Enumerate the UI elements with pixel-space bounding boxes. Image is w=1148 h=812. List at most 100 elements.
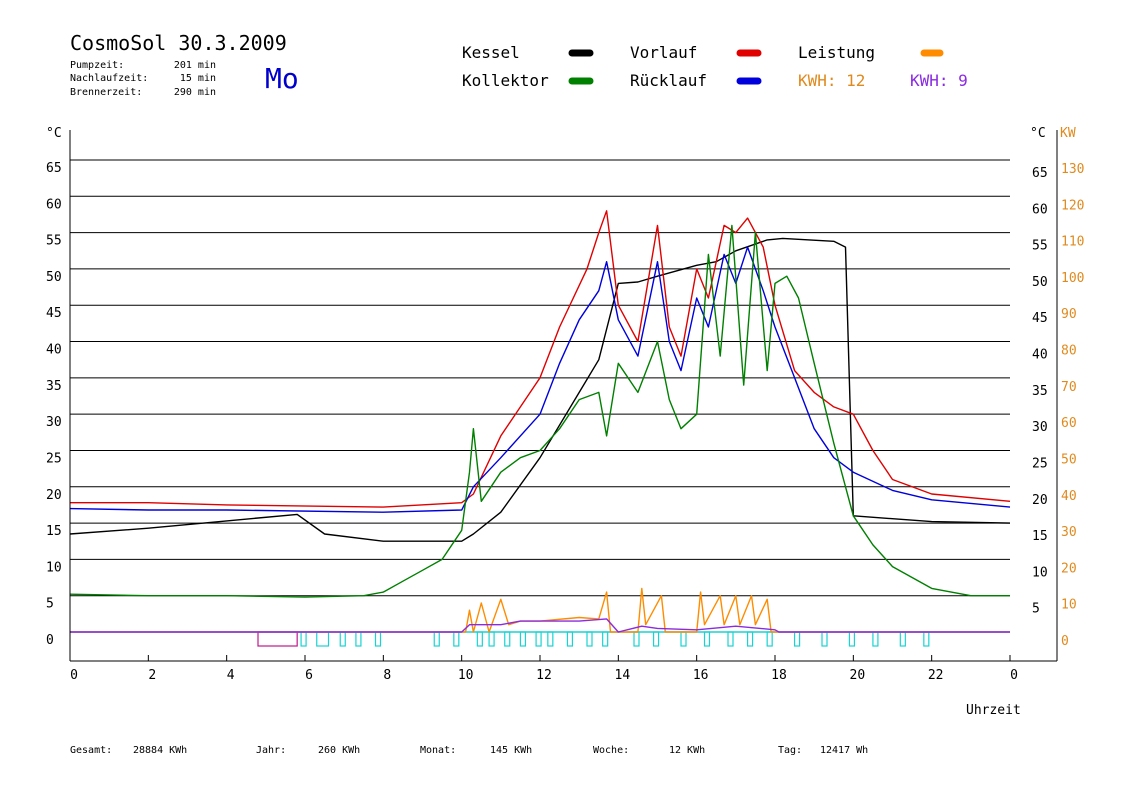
- pump-interval: [821, 631, 828, 647]
- info-nachlauf-label: Nachlaufzeit:: [70, 73, 148, 84]
- pump-interval: [727, 631, 734, 647]
- pump-interval: [923, 631, 930, 647]
- pump-interval: [476, 631, 483, 647]
- y-tick-label-right: 25: [1032, 456, 1048, 471]
- kwh-value-1: KWH: 12: [798, 71, 865, 90]
- y-tick-label-right: 20: [1032, 493, 1048, 508]
- pump-interval: [300, 631, 307, 647]
- y-tick-label-right: 65: [1032, 166, 1048, 181]
- pump-interval: [504, 631, 511, 647]
- info-brenner-label: Brennerzeit:: [70, 87, 142, 98]
- x-tick-label: 14: [615, 668, 631, 683]
- pump-interval: [519, 631, 527, 647]
- pump-interval: [535, 631, 542, 647]
- y-tick-label-kw: 110: [1061, 235, 1084, 250]
- pump-interval: [374, 631, 382, 647]
- pump-interval: [257, 631, 298, 647]
- series-line-leistung-2: [70, 618, 1010, 633]
- info-pump-label: Pumpzeit:: [70, 60, 124, 71]
- footer-monat-value: 145 KWh: [490, 745, 532, 756]
- y-tick-label-left: 50: [46, 270, 62, 285]
- y-tick-label-right: 45: [1032, 311, 1048, 326]
- pump-interval: [746, 631, 754, 647]
- pump-interval: [602, 631, 609, 647]
- footer-jahr-value: 260 KWh: [318, 745, 360, 756]
- x-tick-label: 6: [305, 668, 313, 683]
- x-tick-label: 0: [70, 668, 78, 683]
- axes: [69, 130, 1058, 662]
- chart-title: CosmoSol 30.3.2009: [70, 31, 287, 55]
- x-tick-label: 12: [536, 668, 552, 683]
- pump-interval: [316, 631, 330, 647]
- footer-jahr-label: Jahr:: [256, 745, 286, 756]
- legend-leistung-label: Leistung: [798, 43, 875, 62]
- y-tick-label-left: 55: [46, 234, 62, 249]
- legend-kollektor-label: Kollektor: [462, 71, 549, 90]
- y-tick-label-kw: 10: [1061, 598, 1077, 613]
- footer-woche-label: Woche:: [593, 745, 629, 756]
- y-tick-label-left: 10: [46, 560, 62, 575]
- y-axis-unit-left: °C: [46, 126, 62, 141]
- x-axis-label: Uhrzeit: [966, 703, 1021, 718]
- pump-interval: [766, 631, 773, 647]
- y-tick-label-right: 50: [1032, 275, 1048, 290]
- pump-interval: [899, 631, 906, 647]
- x-tick-label: 16: [693, 668, 709, 683]
- y-tick-label-kw: 0: [1061, 634, 1069, 649]
- y-tick-label-left: 45: [46, 306, 62, 321]
- legend: Kessel Vorlauf Leistung Kollektor Rückla…: [462, 43, 968, 90]
- y-tick-label-right: 30: [1032, 420, 1048, 435]
- x-tick-label: 8: [383, 668, 391, 683]
- y-tick-label-right: 15: [1032, 529, 1048, 544]
- tick-labels: 0 2 4 6 8 10 12 14 16 18 20 22 065605550454035302520…: [46, 161, 1084, 683]
- y-tick-label-left: 60: [46, 197, 62, 212]
- x-tick-label: 10: [458, 668, 474, 683]
- series-line-vorlauf: [70, 210, 1011, 508]
- footer-tag-value: 12417 Wh: [820, 745, 868, 756]
- pump-interval: [547, 631, 554, 647]
- y-tick-label-left: 30: [46, 415, 62, 430]
- y-tick-label-left: 35: [46, 379, 62, 394]
- pump-interval: [488, 631, 495, 647]
- kwh-value-2: KWH: 9: [910, 71, 968, 90]
- y-tick-label-left: 0: [46, 633, 54, 648]
- footer-totals: Gesamt: 28884 KWh Jahr: 260 KWh Monat: 1…: [70, 745, 868, 756]
- y-tick-label-right: 55: [1032, 239, 1048, 254]
- footer-monat-label: Monat:: [420, 745, 456, 756]
- pump-interval: [872, 631, 879, 647]
- pump-interval: [703, 631, 711, 647]
- legend-kessel-label: Kessel: [462, 43, 520, 62]
- pump-interval: [586, 631, 593, 647]
- y-tick-label-kw: 90: [1061, 307, 1077, 322]
- y-tick-label-left: 5: [46, 597, 54, 612]
- pump-interval: [793, 631, 801, 647]
- y-axis-unit-kw: KW: [1060, 126, 1076, 141]
- y-axis-unit-right: °C: [1030, 126, 1046, 141]
- x-tick-label: 22: [928, 668, 944, 683]
- series-line-kollektor: [69, 224, 1010, 598]
- footer-woche-value: 12 KWh: [669, 745, 705, 756]
- y-tick-label-right: 60: [1032, 202, 1048, 217]
- y-tick-label-kw: 50: [1061, 452, 1077, 467]
- legend-ruecklauf-label: Rücklauf: [630, 71, 707, 90]
- y-tick-label-left: 15: [46, 524, 62, 539]
- x-tick-label: 18: [771, 668, 787, 683]
- y-tick-label-left: 25: [46, 451, 62, 466]
- series-lines: [69, 210, 1011, 633]
- y-tick-label-kw: 60: [1061, 416, 1077, 431]
- x-tick-label: 0: [1010, 668, 1018, 683]
- info-brenner-value: 290 min: [174, 87, 216, 98]
- y-tick-label-right: 5: [1032, 602, 1040, 617]
- info-pump-value: 201 min: [174, 60, 216, 71]
- series-line-r-cklauf: [69, 246, 1011, 513]
- pump-interval: [433, 631, 440, 647]
- y-tick-label-kw: 100: [1061, 271, 1084, 286]
- pump-interval: [680, 631, 687, 647]
- pump-interval: [652, 631, 660, 647]
- y-tick-label-kw: 30: [1061, 525, 1077, 540]
- x-tick-label: 4: [227, 668, 235, 683]
- x-tick-label: 20: [850, 668, 866, 683]
- y-tick-label-kw: 130: [1061, 162, 1084, 177]
- pump-interval: [848, 631, 856, 647]
- y-tick-label-right: 40: [1032, 348, 1048, 363]
